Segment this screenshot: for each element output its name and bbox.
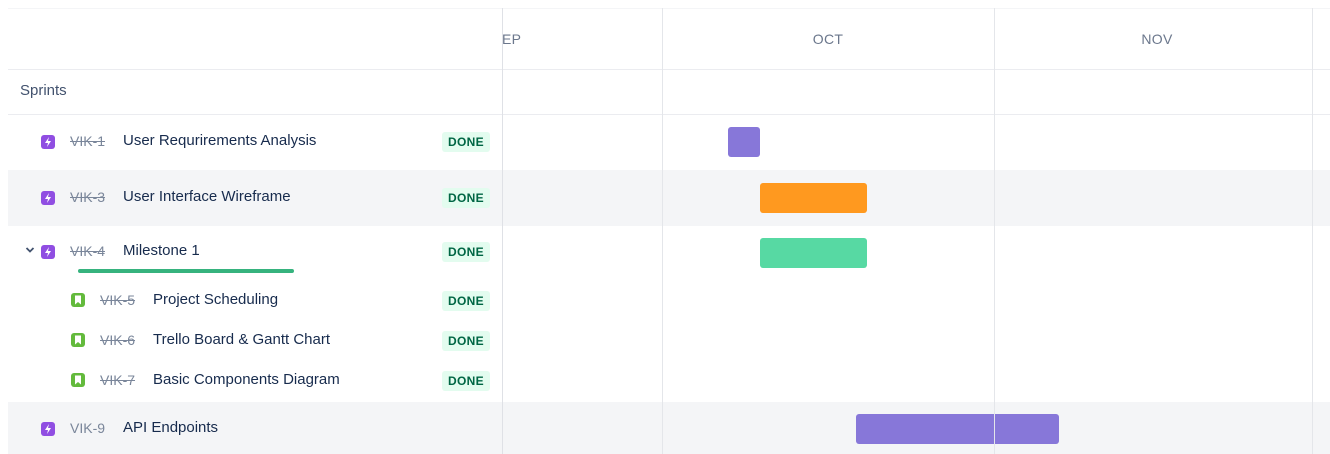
issue-key-link[interactable]: VIK-1	[70, 133, 105, 149]
table-row[interactable]: VIK-6 Trello Board & Gantt Chart DONE	[8, 322, 1330, 362]
timeline-header: EP OCT NOV	[502, 8, 1330, 70]
issue-title[interactable]: User Interface Wireframe	[123, 188, 291, 205]
row-details: VIK-7 Basic Components Diagram DONE	[8, 362, 502, 402]
epic-icon	[41, 245, 55, 259]
issue-key-link[interactable]: VIK-7	[100, 372, 135, 388]
issue-title[interactable]: API Endpoints	[123, 419, 218, 436]
issue-key-link[interactable]: VIK-4	[70, 243, 105, 259]
story-icon	[71, 373, 85, 387]
column-divider[interactable]	[502, 8, 503, 454]
timeline-bar[interactable]	[760, 183, 867, 213]
issue-key-link[interactable]: VIK-5	[100, 292, 135, 308]
chevron-down-icon[interactable]	[25, 244, 35, 258]
issue-key-link[interactable]: VIK-6	[100, 332, 135, 348]
month-gridline	[994, 8, 995, 454]
status-badge: DONE	[442, 291, 490, 311]
row-details: VIK-3 User Interface Wireframe DONE	[8, 170, 502, 226]
issue-title[interactable]: User Requrirements Analysis	[123, 132, 316, 149]
story-icon	[71, 333, 85, 347]
row-details: VIK-6 Trello Board & Gantt Chart DONE	[8, 322, 502, 362]
issue-title[interactable]: Milestone 1	[123, 242, 200, 259]
timeline-bar[interactable]	[856, 414, 1059, 444]
sprints-label: Sprints	[20, 82, 67, 99]
month-oct-label: OCT	[812, 31, 844, 47]
progress-bar	[78, 269, 294, 273]
table-row[interactable]: VIK-7 Basic Components Diagram DONE	[8, 362, 1330, 402]
issue-title[interactable]: Trello Board & Gantt Chart	[153, 331, 330, 348]
table-row[interactable]: VIK-9 API Endpoints	[8, 402, 1330, 454]
row-details: VIK-1 User Requrirements Analysis DONE	[8, 114, 502, 170]
issue-title[interactable]: Basic Components Diagram	[153, 371, 340, 388]
epic-icon	[41, 422, 55, 436]
timeline-bar[interactable]	[728, 127, 760, 157]
month-gridline	[1312, 8, 1313, 454]
month-sep-label: EP	[502, 31, 522, 47]
issue-key-link[interactable]: VIK-9	[70, 420, 105, 436]
issue-title[interactable]: Project Scheduling	[153, 291, 278, 308]
row-details: VIK-9 API Endpoints	[8, 402, 502, 454]
status-badge: DONE	[442, 331, 490, 351]
status-badge: DONE	[442, 242, 490, 262]
sprints-row[interactable]: Sprints	[8, 68, 1330, 115]
table-row[interactable]: VIK-3 User Interface Wireframe DONE	[8, 170, 1330, 226]
issue-key-link[interactable]: VIK-3	[70, 189, 105, 205]
row-details: VIK-5 Project Scheduling DONE	[8, 282, 502, 322]
row-details: VIK-4 Milestone 1 DONE	[8, 226, 502, 282]
epic-icon	[41, 191, 55, 205]
table-row[interactable]: VIK-1 User Requrirements Analysis DONE	[8, 114, 1330, 170]
status-badge: DONE	[442, 371, 490, 391]
month-gridline	[662, 8, 663, 454]
table-row[interactable]: VIK-4 Milestone 1 DONE	[8, 226, 1330, 282]
list-header	[8, 8, 502, 70]
epic-icon	[41, 135, 55, 149]
status-badge: DONE	[442, 188, 490, 208]
timeline-bar[interactable]	[760, 238, 867, 268]
month-nov-label: NOV	[1141, 31, 1173, 47]
table-row[interactable]: VIK-5 Project Scheduling DONE	[8, 282, 1330, 322]
status-badge: DONE	[442, 132, 490, 152]
story-icon	[71, 293, 85, 307]
